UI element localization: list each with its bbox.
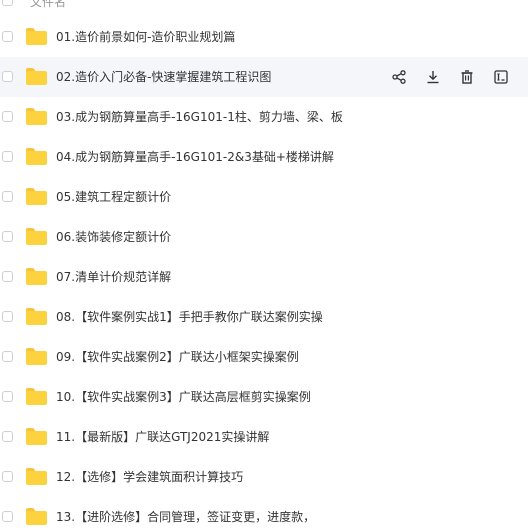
file-name[interactable]: 11.【最新版】广联达GTJ2021实操讲解: [56, 417, 269, 457]
file-row[interactable]: 10.【软件实战案例3】广联达高层框剪实操案例: [0, 377, 528, 417]
folder-icon: [26, 228, 47, 245]
download-icon[interactable]: [424, 68, 442, 86]
delete-icon[interactable]: [458, 68, 476, 86]
folder-icon: [26, 28, 47, 45]
file-name[interactable]: 08.【软件案例实战1】手把手教你广联达案例实操: [56, 297, 323, 337]
row-checkbox[interactable]: [2, 311, 13, 322]
folder-icon: [26, 268, 47, 285]
file-name[interactable]: 12.【选修】学会建筑面积计算技巧: [56, 457, 243, 497]
row-checkbox[interactable]: [2, 351, 13, 362]
row-checkbox[interactable]: [2, 71, 13, 82]
rename-icon[interactable]: [492, 68, 510, 86]
file-name[interactable]: 13.【进阶选修】合同管理，签证变更，进度款，: [56, 497, 315, 528]
folder-icon: [26, 188, 47, 205]
file-row[interactable]: 12.【选修】学会建筑面积计算技巧: [0, 457, 528, 497]
file-name[interactable]: 04.成为钢筋算量高手-16G101-2&3基础+楼梯讲解: [56, 137, 334, 177]
file-row[interactable]: 08.【软件案例实战1】手把手教你广联达案例实操: [0, 297, 528, 337]
list-header: 文件名: [0, 0, 528, 16]
file-row[interactable]: 13.【进阶选修】合同管理，签证变更，进度款，: [0, 497, 528, 528]
folder-icon: [26, 348, 47, 365]
file-name[interactable]: 10.【软件实战案例3】广联达高层框剪实操案例: [56, 377, 311, 417]
file-name[interactable]: 05.建筑工程定额计价: [56, 177, 171, 217]
column-name-header[interactable]: 文件名: [30, 0, 66, 10]
file-name[interactable]: 01.造价前景如何-造价职业规划篇: [56, 17, 235, 57]
folder-icon: [26, 68, 47, 85]
file-row[interactable]: 07.清单计价规范详解: [0, 257, 528, 297]
folder-icon: [26, 308, 47, 325]
file-name[interactable]: 02.造价入门必备-快速掌握建筑工程识图: [56, 57, 271, 97]
file-row[interactable]: 03.成为钢筋算量高手-16G101-1柱、剪力墙、梁、板: [0, 97, 528, 137]
row-checkbox[interactable]: [2, 191, 13, 202]
select-all-checkbox[interactable]: [2, 0, 13, 6]
file-row[interactable]: 02.造价入门必备-快速掌握建筑工程识图: [0, 57, 528, 97]
row-checkbox[interactable]: [2, 151, 13, 162]
row-actions: [374, 68, 510, 86]
folder-icon: [26, 428, 47, 445]
row-checkbox[interactable]: [2, 111, 13, 122]
folder-icon: [26, 468, 47, 485]
file-row[interactable]: 05.建筑工程定额计价: [0, 177, 528, 217]
folder-icon: [26, 148, 47, 165]
folder-icon: [26, 108, 47, 125]
file-row[interactable]: 09.【软件实战案例2】广联达小框架实操案例: [0, 337, 528, 377]
file-row[interactable]: 04.成为钢筋算量高手-16G101-2&3基础+楼梯讲解: [0, 137, 528, 177]
file-rows: 01.造价前景如何-造价职业规划篇 02.造价入门必备-快速掌握建筑工程识图 03.…: [0, 17, 528, 528]
row-checkbox[interactable]: [2, 31, 13, 42]
row-checkbox[interactable]: [2, 511, 13, 522]
row-checkbox[interactable]: [2, 431, 13, 442]
row-checkbox[interactable]: [2, 271, 13, 282]
file-list: 文件名 01.造价前景如何-造价职业规划篇 02.造价入门必备-快速掌握建筑工程识…: [0, 0, 528, 528]
row-checkbox[interactable]: [2, 471, 13, 482]
file-name[interactable]: 09.【软件实战案例2】广联达小框架实操案例: [56, 337, 299, 377]
file-name[interactable]: 07.清单计价规范详解: [56, 257, 171, 297]
row-checkbox[interactable]: [2, 231, 13, 242]
folder-icon: [26, 388, 47, 405]
file-name[interactable]: 03.成为钢筋算量高手-16G101-1柱、剪力墙、梁、板: [56, 97, 343, 137]
folder-icon: [26, 508, 47, 525]
file-name[interactable]: 06.装饰装修定额计价: [56, 217, 171, 257]
file-row[interactable]: 11.【最新版】广联达GTJ2021实操讲解: [0, 417, 528, 457]
share-icon[interactable]: [390, 68, 408, 86]
file-row[interactable]: 06.装饰装修定额计价: [0, 217, 528, 257]
row-checkbox[interactable]: [2, 391, 13, 402]
file-row[interactable]: 01.造价前景如何-造价职业规划篇: [0, 17, 528, 57]
